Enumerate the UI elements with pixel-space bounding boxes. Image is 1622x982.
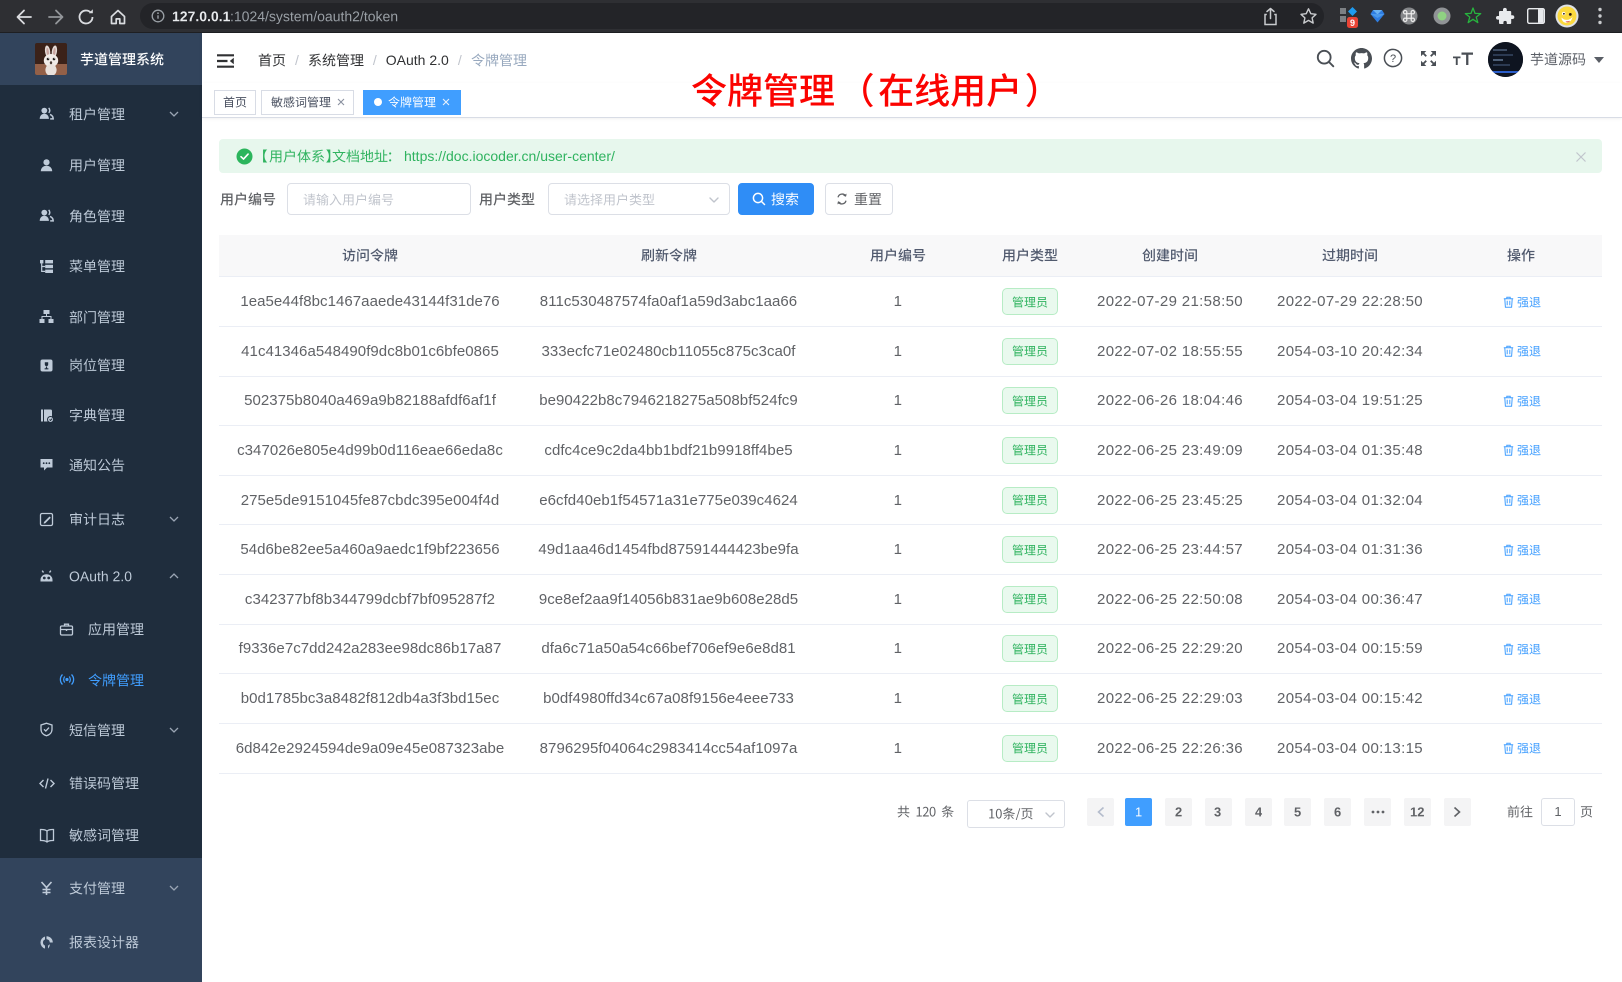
svg-text:?: ? (1390, 53, 1396, 65)
svg-text:9: 9 (1350, 18, 1355, 28)
